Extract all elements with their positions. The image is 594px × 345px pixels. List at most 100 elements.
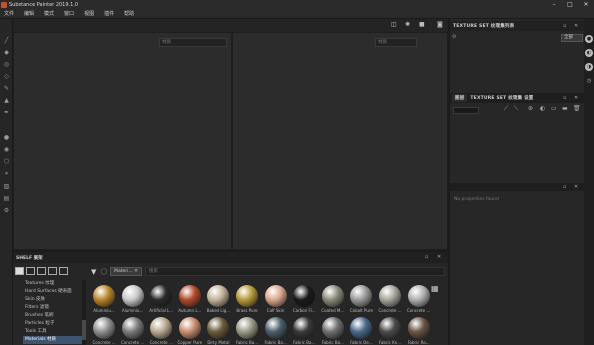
- screenshot-icon[interactable]: ◙: [437, 21, 443, 28]
- scrollbar-thumb[interactable]: [82, 320, 86, 340]
- environment-icon[interactable]: ✺: [405, 21, 410, 28]
- material-thumbnail[interactable]: Aluminiu...: [120, 285, 146, 315]
- color-picker-icon[interactable]: ◉: [3, 146, 10, 153]
- clear-filter-icon[interactable]: ◯: [100, 268, 107, 275]
- projection-icon[interactable]: ◎: [3, 61, 10, 68]
- material-thumbnail[interactable]: Carbon Fi...: [291, 285, 317, 315]
- geometry-icon[interactable]: ⬡: [3, 158, 10, 165]
- 3d-viewport[interactable]: 材质: [13, 32, 232, 250]
- menu-edit[interactable]: 编辑: [24, 10, 34, 17]
- texture-set-settings-icon[interactable]: ⚙: [452, 34, 456, 40]
- material-thumbnail[interactable]: Concrete ...: [120, 317, 146, 345]
- material-thumbnail[interactable]: Coated M...: [320, 285, 346, 315]
- histogram-icon[interactable]: ▧: [3, 183, 10, 190]
- menu-mode[interactable]: 模式: [44, 10, 54, 17]
- library-icon[interactable]: [37, 267, 46, 275]
- display-settings-icon[interactable]: ◐: [585, 49, 593, 57]
- float-icon[interactable]: ▫: [563, 23, 566, 29]
- material-thumbnail[interactable]: Fabric Ba...: [320, 317, 346, 345]
- eraser-icon[interactable]: ◆: [3, 49, 10, 56]
- category-brushes[interactable]: Brushes 笔刷: [23, 312, 85, 320]
- category-particles[interactable]: Particles 粒子: [23, 320, 85, 328]
- paint-brush-icon[interactable]: ╱: [3, 37, 10, 44]
- new-folder-icon[interactable]: [26, 267, 35, 275]
- close-icon[interactable]: ✕: [578, 0, 594, 9]
- category-tools[interactable]: Tools 工具: [23, 328, 85, 336]
- history-icon[interactable]: ◷: [585, 77, 593, 85]
- settings-icon[interactable]: ⚙: [3, 207, 10, 214]
- material-thumbnail[interactable]: Aluminiu...: [91, 285, 117, 315]
- material-thumbnail[interactable]: Concrete ...: [406, 285, 432, 315]
- tab-layers[interactable]: 图层: [452, 94, 468, 102]
- material-thumbnail[interactable]: Fabric Ro...: [406, 317, 432, 345]
- measure-icon[interactable]: ⋄: [3, 170, 10, 177]
- fill-layer-icon[interactable]: ⟍: [514, 105, 518, 113]
- material-thumbnail[interactable]: Fabric Ba...: [291, 317, 317, 345]
- category-filters[interactable]: Filters 滤镜: [23, 304, 85, 312]
- add-layer-icon[interactable]: ▬: [562, 105, 568, 112]
- tab-texture-set-settings[interactable]: TEXTURE SET 纹理集 设置: [470, 95, 533, 101]
- menu-window[interactable]: 窗口: [64, 10, 74, 17]
- material-picker-icon[interactable]: ●: [3, 134, 10, 141]
- panel-close-icon[interactable]: ✕: [437, 254, 441, 260]
- clone-icon[interactable]: ▲: [3, 97, 10, 104]
- viewport-3d-search[interactable]: 材质: [159, 38, 227, 47]
- material-thumbnail[interactable]: Fabric Ba...: [263, 317, 289, 345]
- material-thumbnail[interactable]: Calf Skin: [263, 285, 289, 315]
- material-thumbnail[interactable]: Dirty Metal: [205, 317, 231, 345]
- add-folder-icon[interactable]: ▭: [551, 105, 557, 112]
- category-skin[interactable]: Skin 皮肤: [23, 296, 85, 304]
- mask-icon[interactable]: ◐: [540, 105, 545, 112]
- panel-close-icon[interactable]: ✕: [574, 95, 578, 101]
- polygon-fill-icon[interactable]: ◇: [3, 73, 10, 80]
- menu-view[interactable]: 视图: [84, 10, 94, 17]
- folder-icon[interactable]: [15, 267, 24, 275]
- shelf-search-input[interactable]: 搜索: [144, 267, 445, 276]
- menu-file[interactable]: 文件: [4, 10, 14, 17]
- panel-close-icon[interactable]: ✕: [574, 184, 578, 190]
- float-icon[interactable]: ▫: [563, 95, 566, 101]
- filter-icon[interactable]: ▼: [91, 268, 96, 276]
- effects-icon[interactable]: ⊛: [528, 105, 533, 112]
- category-scrollbar[interactable]: [82, 280, 86, 345]
- material-thumbnail[interactable]: Fabric De...: [348, 317, 374, 345]
- blend-mode-field[interactable]: [453, 107, 479, 114]
- 2d-viewport[interactable]: 材质: [232, 32, 448, 250]
- material-thumbnail[interactable]: Concrete ...: [377, 285, 403, 315]
- material-thumbnail[interactable]: Brass Pure: [234, 285, 260, 315]
- material-thumbnail[interactable]: Cobalt Pure: [348, 285, 374, 315]
- material-thumbnail[interactable]: Artificial L...: [148, 285, 174, 315]
- panel-close-icon[interactable]: ✕: [574, 23, 578, 29]
- filter-chip-materials[interactable]: Materi... ✕: [110, 267, 142, 276]
- hide-icon[interactable]: [48, 267, 57, 275]
- delete-layer-icon[interactable]: 🗑: [573, 105, 581, 112]
- material-thumbnail[interactable]: Fabric Kn...: [377, 317, 403, 345]
- category-hard-surfaces[interactable]: Hard Surfaces 硬表面: [23, 288, 85, 296]
- float-icon[interactable]: ▫: [563, 184, 566, 190]
- viewport-2d-search[interactable]: 材质: [375, 38, 417, 47]
- display-mode-icon[interactable]: ◫: [391, 21, 397, 28]
- menu-help[interactable]: 帮助: [124, 10, 134, 17]
- material-thumbnail[interactable]: Fabric Ba...: [234, 317, 260, 345]
- category-materials[interactable]: Materials 材质: [23, 336, 85, 344]
- paint-layer-icon[interactable]: ⟋: [504, 105, 508, 113]
- material-thumbnail[interactable]: Autumn L...: [177, 285, 203, 315]
- float-icon[interactable]: ▫: [425, 254, 428, 260]
- maximize-icon[interactable]: □: [562, 0, 578, 9]
- camera-icon[interactable]: ■: [419, 21, 425, 28]
- import-icon[interactable]: [59, 267, 68, 275]
- material-thumbnail[interactable]: Baked Lig...: [205, 285, 231, 315]
- menu-plugins[interactable]: 插件: [104, 10, 114, 17]
- material-preview-sphere: [207, 317, 230, 339]
- picker-icon[interactable]: ✒: [3, 109, 10, 116]
- material-thumbnail[interactable]: Concrete ...: [148, 317, 174, 345]
- texture-set-filter-dropdown[interactable]: 全部: [561, 34, 583, 42]
- category-textures[interactable]: Textures 纹理: [23, 280, 85, 288]
- layers-panel-icon[interactable]: ●: [585, 35, 593, 43]
- material-thumbnail[interactable]: Concrete ...: [91, 317, 117, 345]
- smudge-icon[interactable]: ✎: [3, 85, 10, 92]
- material-thumbnail[interactable]: Copper Pure: [177, 317, 203, 345]
- shader-settings-icon[interactable]: ◑: [585, 63, 593, 71]
- minimize-icon[interactable]: –: [546, 0, 562, 9]
- document-icon[interactable]: ▤: [3, 195, 10, 202]
